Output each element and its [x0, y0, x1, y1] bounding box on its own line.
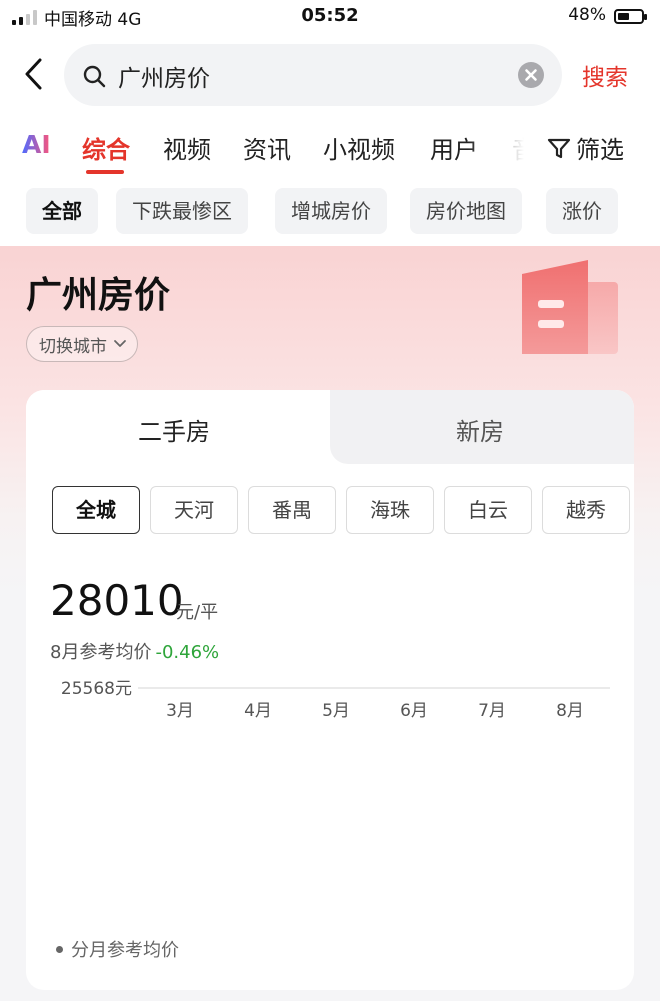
clock: 05:52 [301, 5, 359, 26]
x-tick-label: 7月 [478, 701, 506, 721]
chip-zengcheng-price[interactable]: 增城房价 [275, 188, 387, 234]
district-yuexiu[interactable]: 越秀 [542, 486, 630, 534]
chip-biggest-drop[interactable]: 下跌最惨区 [116, 188, 248, 234]
result-tabs: AI 综合 视频 资讯 小视频 用户 音 筛选 [0, 116, 660, 184]
district-baiyun[interactable]: 白云 [444, 486, 532, 534]
x-tick-label: 6月 [400, 701, 428, 721]
tab-short-video[interactable]: 小视频 [323, 130, 395, 165]
close-icon [525, 69, 537, 81]
price-widget: 广州房价 切换城市 二手房 新房 全城 天河 番禺 海珠 白云 越秀 28010… [0, 246, 660, 1001]
switch-city-button[interactable]: 切换城市 [26, 326, 138, 362]
search-button[interactable]: 搜索 [582, 58, 628, 92]
chart-legend: 分月参考均价 [56, 936, 179, 962]
property-type-tabs: 二手房 新房 [26, 390, 634, 464]
chip-price-map[interactable]: 房价地图 [410, 188, 522, 234]
tab-comprehensive[interactable]: 综合 [82, 130, 130, 165]
district-all[interactable]: 全城 [52, 486, 140, 534]
legend-marker [56, 945, 63, 953]
chevron-down-icon [114, 340, 126, 347]
average-price: 28010 [50, 576, 184, 625]
battery-level [618, 13, 629, 20]
x-tick-label: 8月 [556, 701, 584, 721]
tab-active-indicator [86, 170, 124, 174]
district-haizhu[interactable]: 海珠 [346, 486, 434, 534]
price-note: 8月参考均价 -0.46% [50, 638, 219, 664]
switch-city-label: 切换城市 [39, 336, 107, 357]
quick-filter-chips: 全部 下跌最惨区 增城房价 房价地图 涨价 [0, 184, 660, 246]
search-header: 广州房价 搜索 [0, 34, 660, 116]
search-icon [83, 65, 106, 88]
filter-button[interactable]: 筛选 [546, 130, 624, 165]
tab-news[interactable]: 资讯 [243, 130, 291, 165]
filter-label: 筛选 [576, 136, 624, 164]
x-tick-label: 3月 [166, 701, 194, 721]
price-trend-chart: 30449元28822元27195元25568元3月4月5月6月7月8月 [61, 680, 610, 721]
search-input[interactable]: 广州房价 [64, 44, 562, 106]
x-tick-label: 4月 [244, 701, 272, 721]
chip-all[interactable]: 全部 [26, 188, 98, 234]
search-query: 广州房价 [118, 66, 210, 92]
district-tianhe[interactable]: 天河 [150, 486, 238, 534]
legend-label: 分月参考均价 [71, 940, 179, 961]
tab-video[interactable]: 视频 [163, 130, 211, 165]
chip-price-rise[interactable]: 涨价 [546, 188, 618, 234]
widget-title: 广州房价 [26, 275, 171, 316]
tab-ai[interactable]: AI [22, 130, 51, 159]
tab-new-homes[interactable]: 新房 [456, 412, 504, 447]
chevron-left-icon [25, 58, 42, 90]
district-panyu[interactable]: 番禺 [248, 486, 336, 534]
clear-search-button[interactable] [518, 62, 544, 88]
battery-icon [614, 9, 647, 24]
status-bar: 中国移动 4G 05:52 48% [0, 0, 660, 34]
price-card: 二手房 新房 全城 天河 番禺 海珠 白云 越秀 28010 元/平 8月参考均… [26, 390, 634, 990]
tab-second-hand[interactable]: 二手房 [138, 412, 210, 447]
battery-percentage: 48% [568, 5, 606, 25]
y-tick-label: 25568元 [61, 680, 132, 699]
building-icon [522, 260, 618, 354]
back-button[interactable] [20, 54, 50, 94]
price-unit: 元/平 [176, 602, 219, 623]
price-note-label: 8月参考均价 [50, 642, 152, 663]
x-tick-label: 5月 [322, 701, 350, 721]
filter-icon [547, 138, 571, 158]
price-change: -0.46% [155, 642, 220, 663]
